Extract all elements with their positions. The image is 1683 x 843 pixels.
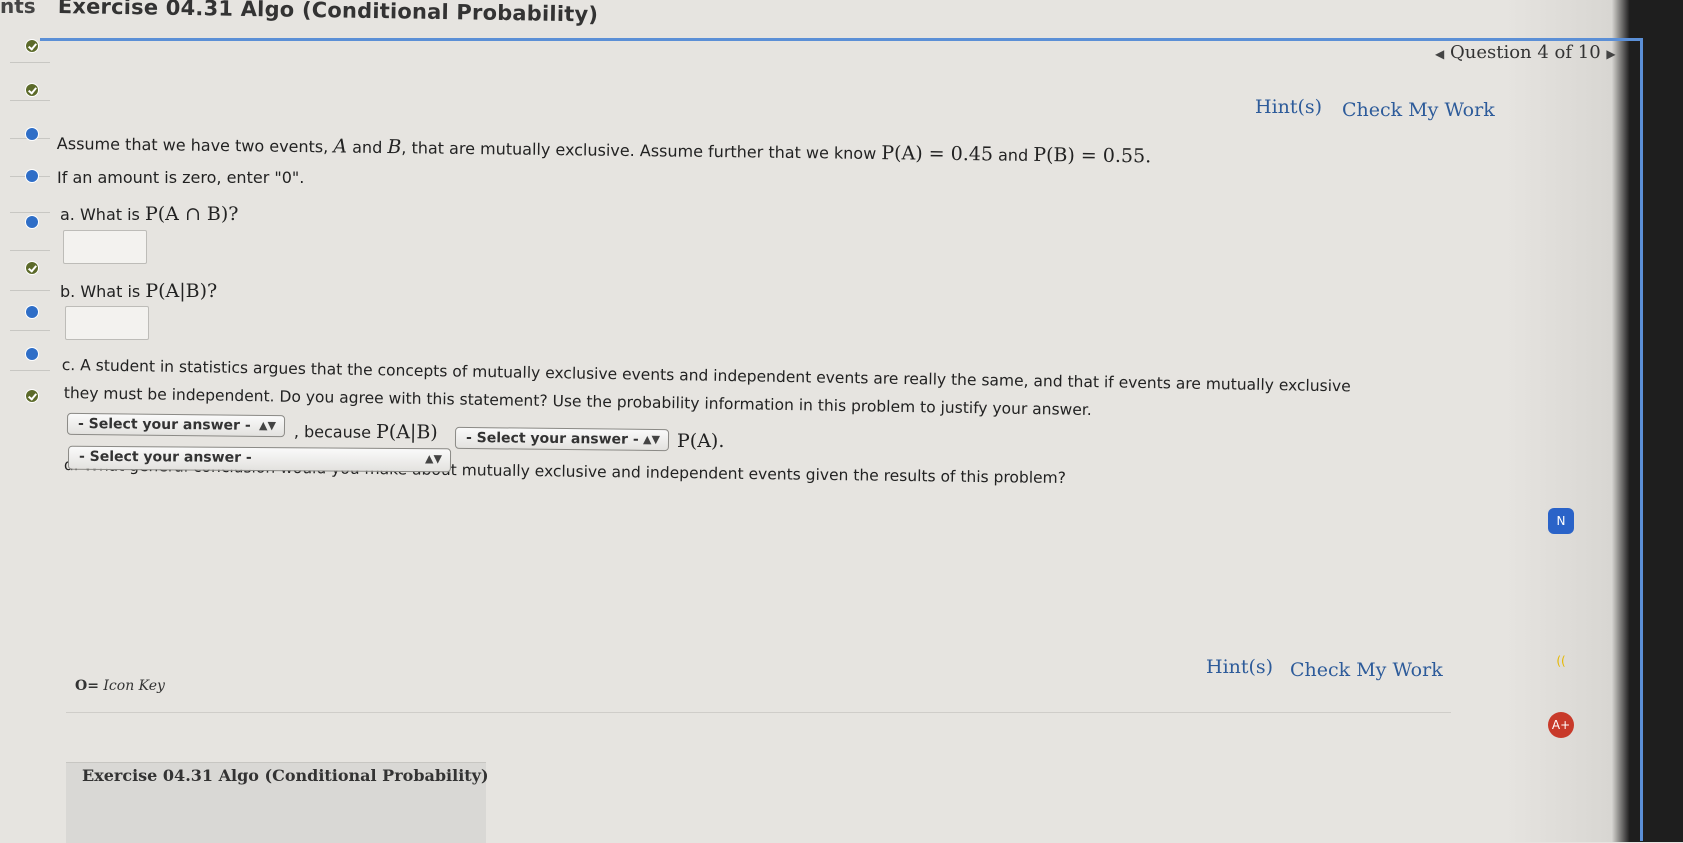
part-d-conclusion-select[interactable]: - Select your answer - ▲▼ <box>67 445 452 473</box>
part-c-agree-select[interactable]: - Select your answer - ▲▼ <box>66 412 286 438</box>
key-icon: O= <box>75 678 99 694</box>
part-a-question: a. What is P(A ∩ B)? <box>60 203 239 225</box>
part-a-answer-input[interactable] <box>63 230 147 264</box>
part-c-pa: P(A). <box>677 430 725 452</box>
part-c-because: , because P(A|B) <box>293 420 438 444</box>
problem-intro: Assume that we have two events, A and B,… <box>56 133 1152 168</box>
part-c-comparison-select[interactable]: - Select your answer - ▲▼ <box>454 426 670 452</box>
footer-title: Exercise 04.31 Algo (Conditional Probabi… <box>82 766 489 785</box>
question-content: Assume that we have two events, A and B,… <box>0 0 1683 843</box>
icon-key[interactable]: O= Icon Key <box>75 678 165 694</box>
hint-link-bottom[interactable]: Hint(s) <box>1206 656 1273 678</box>
zero-instruction: If an amount is zero, enter "0". <box>57 168 305 187</box>
check-my-work-link-bottom[interactable]: Check My Work <box>1290 659 1443 681</box>
bottom-divider <box>66 712 1451 713</box>
part-b-answer-input[interactable] <box>65 306 149 340</box>
part-b-question: b. What is P(A|B)? <box>60 280 218 302</box>
